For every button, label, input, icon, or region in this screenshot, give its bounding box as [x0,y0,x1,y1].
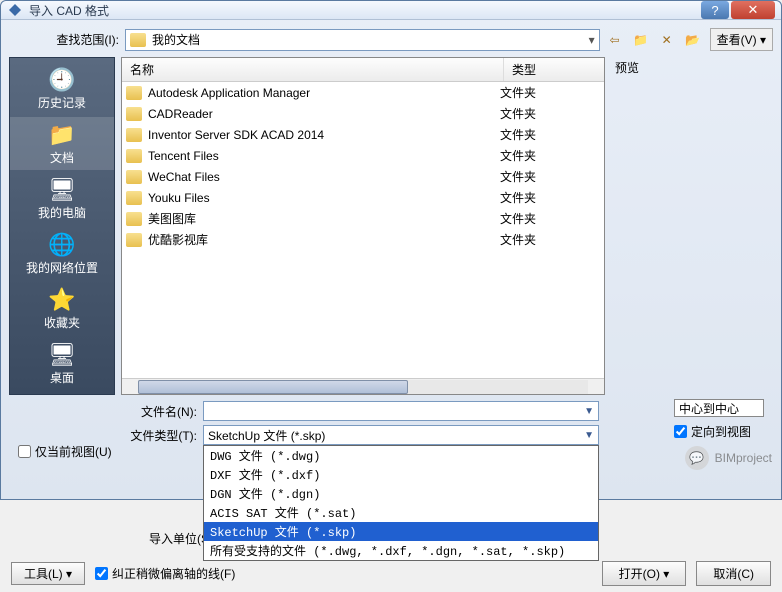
filetype-option[interactable]: SketchUp 文件 (*.skp) [204,522,598,541]
orient-label: 定向到视图 [691,423,751,440]
filetype-option[interactable]: DXF 文件 (*.dxf) [204,465,598,484]
file-row[interactable]: Tencent Files文件夹 [122,145,604,166]
titlebar: 导入 CAD 格式 ? ✕ [1,1,781,20]
filetype-option[interactable]: 所有受支持的文件 (*.dwg, *.dxf, *.dgn, *.sat, *.… [204,541,598,560]
app-icon [7,2,23,18]
close-button[interactable]: ✕ [731,1,775,19]
folder-icon [126,170,142,184]
folder-icon [126,128,142,142]
file-list[interactable]: Autodesk Application Manager文件夹CADReader… [122,82,604,378]
network-icon: 🌐 [46,231,78,259]
view-menu-button[interactable]: 查看(V) ▾ [710,28,773,51]
folder-icon [126,191,142,205]
new-folder-icon[interactable]: 📂 [684,31,702,49]
filetype-option[interactable]: DGN 文件 (*.dgn) [204,484,598,503]
current-view-checkbox[interactable] [18,445,31,458]
folder-icon [126,107,142,121]
file-row[interactable]: 优酷影视库文件夹 [122,229,604,250]
tools-button[interactable]: 工具(L) ▾ [11,562,85,585]
orient-checkbox[interactable] [674,425,687,438]
skew-label: 纠正稍微偏离轴的线(F) [112,565,235,582]
filetype-dropdown: DWG 文件 (*.dwg)DXF 文件 (*.dxf)DGN 文件 (*.dg… [203,445,599,561]
computer-icon: 🖥 [46,176,78,204]
places-sidebar: 🕘历史记录 📁文档 🖥我的电脑 🌐我的网络位置 ⭐收藏夹 🖥桌面 [9,57,115,395]
file-row[interactable]: Youku Files文件夹 [122,187,604,208]
location-text: 我的文档 [152,31,200,48]
sidebar-item-favorites[interactable]: ⭐收藏夹 [10,282,114,335]
folder-icon [126,149,142,163]
desktop-icon: 🖥 [46,341,78,369]
file-row[interactable]: WeChat Files文件夹 [122,166,604,187]
folder-icon [130,33,146,47]
help-button[interactable]: ? [701,1,729,19]
horizontal-scrollbar[interactable] [122,378,604,394]
open-button[interactable]: 打开(O) ▾ [602,561,687,586]
column-name[interactable]: 名称 [122,58,504,81]
scrollbar-thumb[interactable] [138,380,408,394]
up-folder-icon[interactable]: 📁 [632,31,650,49]
filename-label: 文件名(N): [125,403,197,420]
folder-icon [126,86,142,100]
folder-icon [126,233,142,247]
file-row[interactable]: Autodesk Application Manager文件夹 [122,82,604,103]
column-header: 名称 类型 [122,58,604,82]
sidebar-item-documents[interactable]: 📁文档 [10,117,114,170]
look-in-label: 查找范围(I): [49,31,119,48]
chevron-down-icon: ▼ [584,406,594,417]
preview-label: 预览 [611,57,773,78]
column-type[interactable]: 类型 [504,58,604,81]
history-icon: 🕘 [46,66,78,94]
location-combo[interactable]: 我的文档 ▾ [125,29,600,51]
back-icon[interactable]: ⇦ [606,31,624,49]
sidebar-item-desktop[interactable]: 🖥桌面 [10,337,114,390]
filetype-option[interactable]: DWG 文件 (*.dwg) [204,446,598,465]
filetype-option[interactable]: ACIS SAT 文件 (*.sat) [204,503,598,522]
cancel-button[interactable]: 取消(C) [696,561,771,586]
sidebar-item-mycomputer[interactable]: 🖥我的电脑 [10,172,114,225]
window-title: 导入 CAD 格式 [29,2,701,19]
wechat-icon: 💬 [685,446,709,470]
folder-icon [126,212,142,226]
sidebar-item-history[interactable]: 🕘历史记录 [10,62,114,115]
file-list-panel: 名称 类型 Autodesk Application Manager文件夹CAD… [121,57,605,395]
delete-icon[interactable]: ✕ [658,31,676,49]
filetype-label: 文件类型(T): [125,427,197,444]
chevron-down-icon: ▼ [584,430,594,441]
center-combo[interactable]: 中心到中心 [674,399,764,417]
file-row[interactable]: 美图图库文件夹 [122,208,604,229]
chevron-down-icon: ▾ [589,33,595,47]
filename-input[interactable]: ▼ [203,401,599,421]
preview-panel: 预览 [611,57,773,395]
documents-icon: 📁 [46,121,78,149]
star-icon: ⭐ [46,286,78,314]
file-row[interactable]: Inventor Server SDK ACAD 2014文件夹 [122,124,604,145]
file-row[interactable]: CADReader文件夹 [122,103,604,124]
current-view-label: 仅当前视图(U) [35,443,112,460]
skew-checkbox[interactable] [95,567,108,580]
sidebar-item-network[interactable]: 🌐我的网络位置 [10,227,114,280]
filetype-combo[interactable]: SketchUp 文件 (*.skp) ▼ [203,425,599,445]
watermark: 💬 BIMproject [685,446,772,470]
